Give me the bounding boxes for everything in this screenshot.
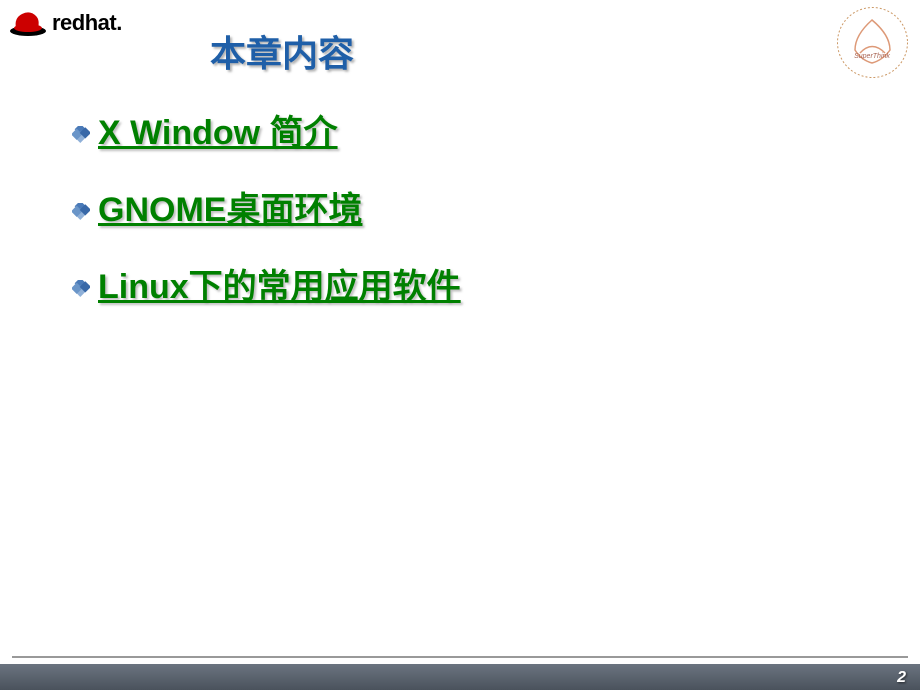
diamond-bullet-icon <box>72 203 90 226</box>
redhat-logo: redhat. <box>8 8 122 38</box>
page-title: 本章内容 <box>210 25 354 77</box>
nav-link-xwindow[interactable]: X Window 简介 <box>98 105 338 154</box>
superthink-stamp-icon: SuperThink <box>835 5 910 80</box>
redhat-hat-icon <box>8 8 48 38</box>
slide-header: redhat. 本章内容 SuperThink <box>0 0 920 75</box>
svg-text:SuperThink: SuperThink <box>854 53 890 60</box>
list-item: GNOME桌面环境 <box>72 182 920 231</box>
nav-link-gnome[interactable]: GNOME桌面环境 <box>98 182 362 231</box>
content-list: X Window 简介 GNOME桌面环境 Linux下的常用应用软件 <box>0 75 920 308</box>
list-item: X Window 简介 <box>72 105 920 154</box>
footer-divider <box>12 656 908 658</box>
page-number: 2 <box>897 669 906 687</box>
redhat-brand-text: redhat. <box>52 10 122 36</box>
nav-link-linux-apps[interactable]: Linux下的常用应用软件 <box>98 259 461 308</box>
footer-bar <box>0 664 920 690</box>
list-item: Linux下的常用应用软件 <box>72 259 920 308</box>
diamond-bullet-icon <box>72 280 90 303</box>
diamond-bullet-icon <box>72 126 90 149</box>
